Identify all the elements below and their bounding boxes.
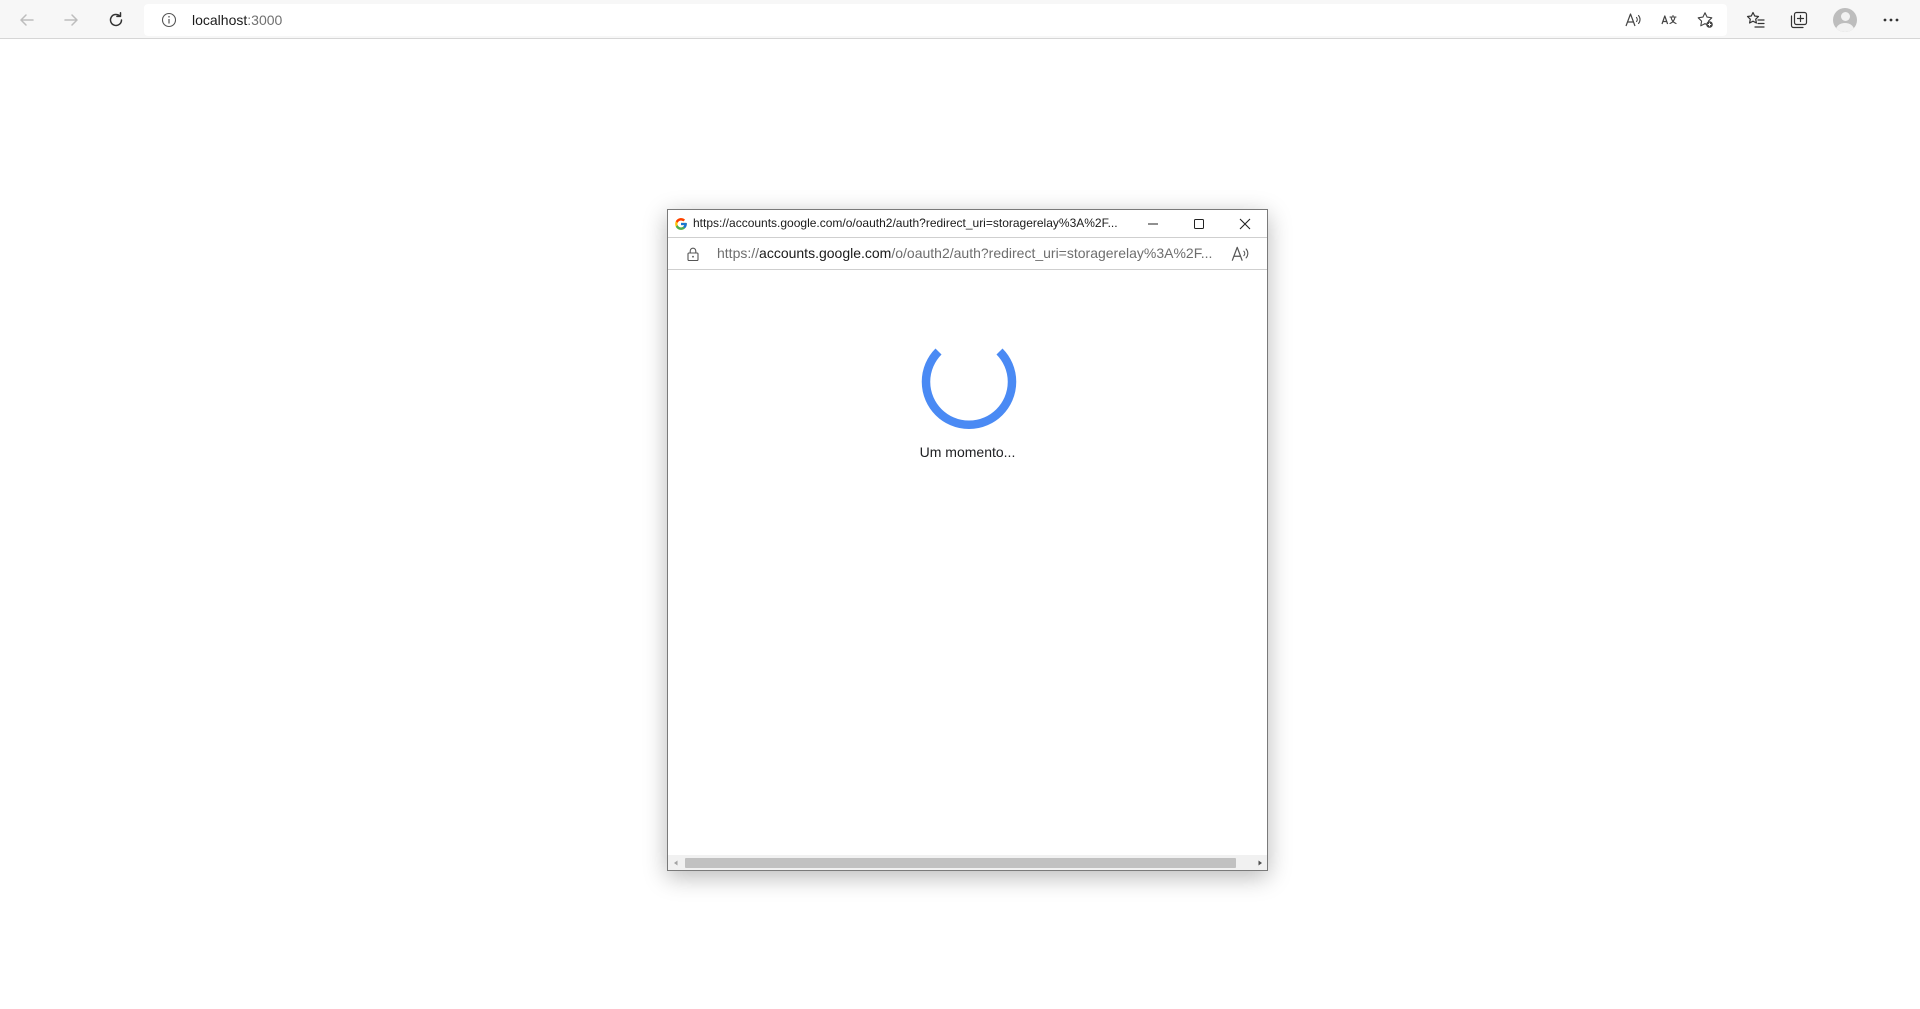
maximize-button[interactable] xyxy=(1176,210,1222,237)
close-button[interactable] xyxy=(1222,210,1268,237)
translate-icon xyxy=(1661,14,1677,25)
oauth-popup-window: https://accounts.google.com/o/oauth2/aut… xyxy=(667,209,1268,871)
loading-spinner xyxy=(921,348,1017,430)
star-plus-icon xyxy=(1697,12,1713,28)
site-info-button[interactable] xyxy=(158,4,180,36)
google-icon xyxy=(675,218,687,230)
refresh-icon xyxy=(109,12,123,27)
avatar xyxy=(1833,8,1857,32)
address-port: :3000 xyxy=(247,12,283,28)
add-favorite-button[interactable] xyxy=(1687,4,1723,36)
address-text[interactable]: localhost:3000 xyxy=(192,4,282,36)
popup-content: Um momento... xyxy=(668,270,1267,855)
collections-button[interactable] xyxy=(1781,3,1817,37)
read-aloud-button[interactable] xyxy=(1615,4,1651,36)
read-aloud-icon xyxy=(1625,13,1641,27)
minimize-button[interactable] xyxy=(1130,210,1176,237)
arrow-right-icon xyxy=(64,14,78,26)
back-button[interactable] xyxy=(9,3,45,37)
profile-button[interactable] xyxy=(1827,3,1863,37)
triangle-left-icon xyxy=(673,860,677,865)
arrow-left-icon xyxy=(20,14,34,26)
minimize-icon xyxy=(1148,223,1158,224)
loading-text: Um momento... xyxy=(919,444,1016,460)
favorites-icon xyxy=(1746,11,1765,28)
browser-toolbar: localhost:3000 xyxy=(0,0,1920,39)
popup-title-bar[interactable]: https://accounts.google.com/o/oauth2/aut… xyxy=(668,210,1267,238)
scroll-right-button[interactable] xyxy=(1252,855,1267,870)
popup-url[interactable]: https://accounts.google.com/o/oauth2/aut… xyxy=(717,238,1212,269)
address-bar[interactable]: localhost:3000 xyxy=(144,4,1727,36)
maximize-icon xyxy=(1194,218,1204,229)
info-icon xyxy=(161,12,177,28)
read-aloud-icon[interactable] xyxy=(1230,244,1250,264)
popup-title: https://accounts.google.com/o/oauth2/aut… xyxy=(693,216,1118,230)
popup-url-path: /o/oauth2/auth?redirect_uri=storagerelay… xyxy=(891,245,1213,261)
close-icon xyxy=(1239,218,1251,229)
more-button[interactable] xyxy=(1873,3,1909,37)
refresh-button[interactable] xyxy=(98,3,134,37)
address-host: localhost xyxy=(192,12,248,28)
scroll-left-button[interactable] xyxy=(668,855,683,870)
triangle-right-icon xyxy=(1258,860,1262,865)
popup-url-scheme: https:// xyxy=(717,245,760,261)
favorites-button[interactable] xyxy=(1738,3,1774,37)
more-icon xyxy=(1883,18,1899,22)
collections-icon xyxy=(1790,11,1808,29)
scrollbar-thumb[interactable] xyxy=(685,858,1236,868)
lock-icon xyxy=(687,247,699,262)
horizontal-scrollbar[interactable] xyxy=(668,855,1267,870)
translate-button[interactable] xyxy=(1651,4,1687,36)
forward-button[interactable] xyxy=(53,3,89,37)
popup-address-bar[interactable]: https://accounts.google.com/o/oauth2/aut… xyxy=(668,238,1267,270)
popup-url-host: accounts.google.com xyxy=(759,245,892,261)
